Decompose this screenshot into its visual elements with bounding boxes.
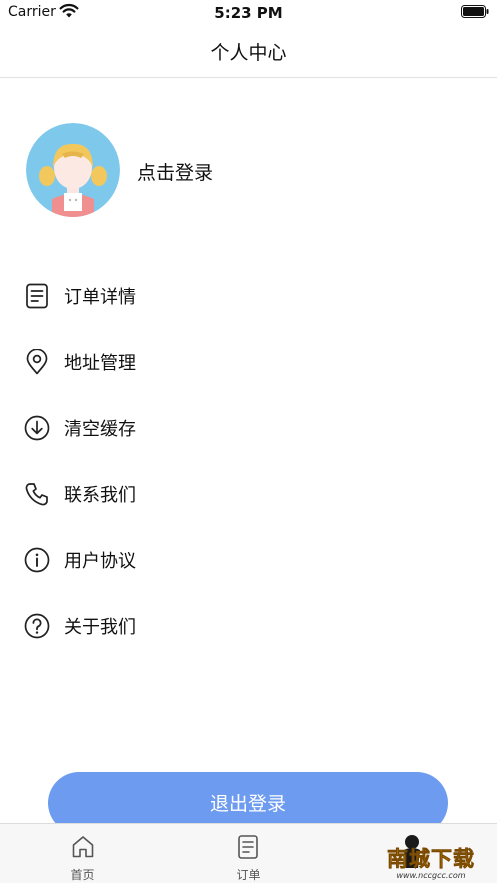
info-icon <box>24 547 50 573</box>
menu-item-order-details[interactable]: 订单详情 <box>0 263 497 329</box>
menu-item-label: 地址管理 <box>64 353 136 374</box>
profile-section: 点击登录 <box>26 123 446 218</box>
navigation-bar: 个人中心 <box>0 26 497 78</box>
tab-orders[interactable]: 订单 <box>166 824 331 883</box>
order-document-icon <box>238 835 258 859</box>
tab-orders-label: 订单 <box>236 868 261 882</box>
status-time: 5:23 PM <box>214 4 283 22</box>
menu-item-label: 用户协议 <box>64 551 136 572</box>
status-bar: Carrier 5:23 PM <box>0 0 497 26</box>
phone-icon <box>25 483 48 506</box>
document-icon <box>26 283 48 309</box>
tab-home[interactable]: 首页 <box>0 824 165 883</box>
svg-text:www.nccgcc.com: www.nccgcc.com <box>396 871 465 880</box>
menu-item-label: 清空缓存 <box>64 419 136 440</box>
avatar[interactable] <box>26 123 120 217</box>
menu-item-contact-us[interactable]: 联系我们 <box>0 461 497 527</box>
menu-item-label: 订单详情 <box>64 287 136 308</box>
question-icon <box>24 613 50 639</box>
menu-item-about-us[interactable]: 关于我们 <box>0 593 497 659</box>
menu-item-label: 联系我们 <box>64 485 136 506</box>
location-pin-icon <box>26 349 48 375</box>
battery-icon <box>461 5 489 18</box>
menu-item-user-agreement[interactable]: 用户协议 <box>0 527 497 593</box>
watermark-logo: 南城下载 www.nccgcc.com <box>387 835 475 880</box>
menu-item-address[interactable]: 地址管理 <box>0 329 497 395</box>
svg-text:南城下载: 南城下载 <box>387 847 475 871</box>
logout-label: 退出登录 <box>209 794 286 815</box>
home-icon <box>72 836 94 858</box>
menu-item-clear-cache[interactable]: 清空缓存 <box>0 395 497 461</box>
page-title: 个人中心 <box>210 42 287 64</box>
download-circle-icon <box>24 415 50 441</box>
tab-home-label: 首页 <box>70 868 95 882</box>
login-link[interactable]: 点击登录 <box>137 158 213 185</box>
menu-item-label: 关于我们 <box>64 617 136 638</box>
